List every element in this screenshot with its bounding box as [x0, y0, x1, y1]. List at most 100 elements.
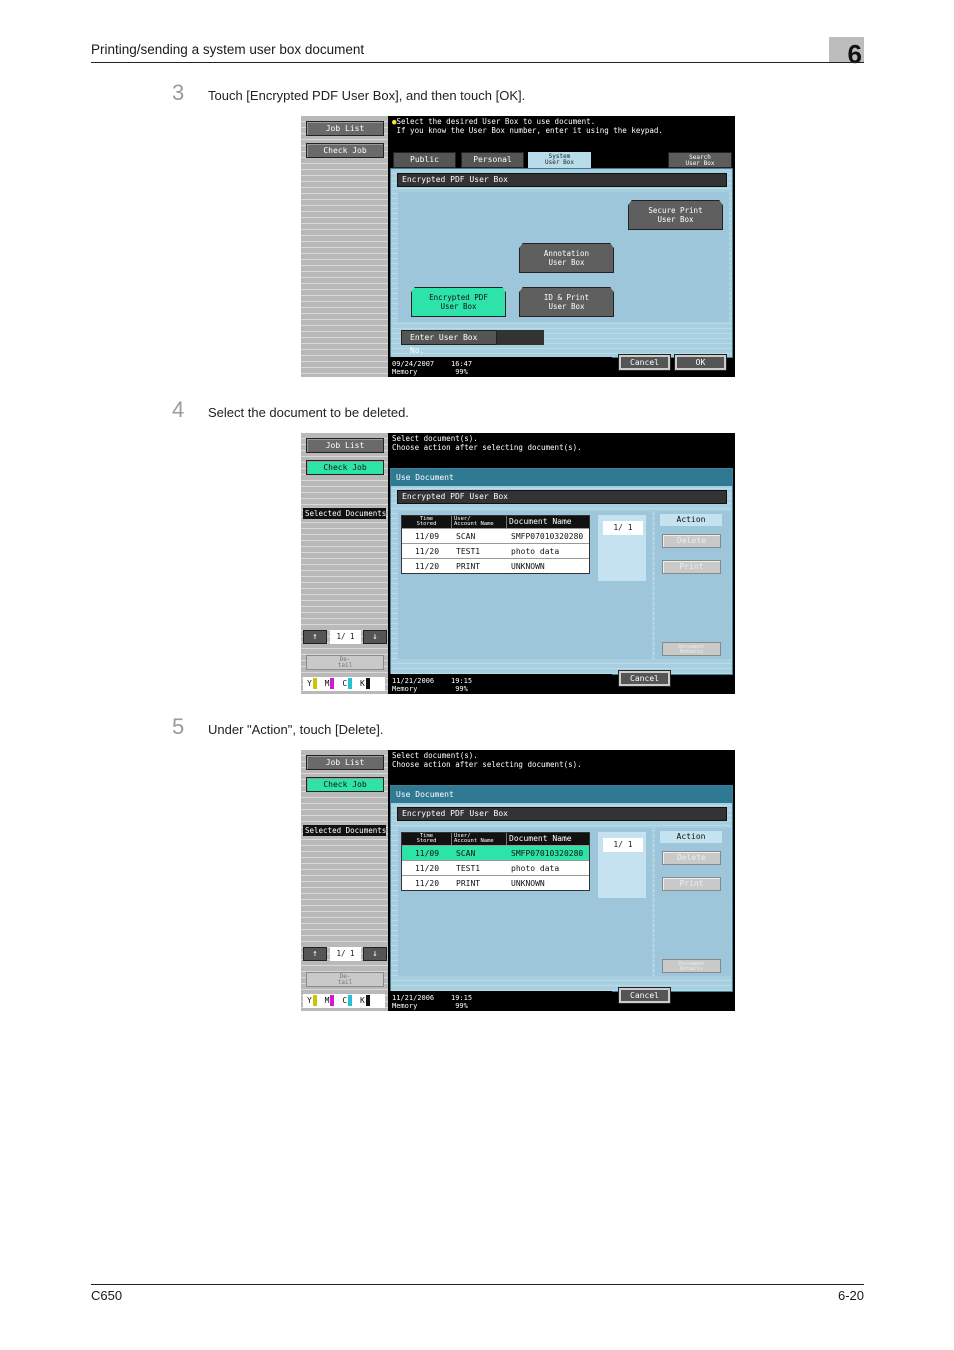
sidebar-pager: ↑ 1/ 1 ↓	[303, 630, 387, 644]
detail-button[interactable]: De- tail	[306, 655, 384, 670]
delete-button[interactable]: Delete	[662, 851, 721, 865]
page-header-title: Printing/sending a system user box docum…	[91, 42, 365, 57]
job-list-button[interactable]: Job List	[306, 755, 384, 770]
table-row[interactable]: 11/20 TEST1 photo data	[402, 543, 589, 558]
table-row[interactable]: 11/20 TEST1 photo data	[402, 860, 589, 875]
header-document-name[interactable]: Document Name	[507, 516, 589, 528]
cell-user: TEST1	[456, 547, 481, 556]
cell-time: 11/20	[414, 562, 440, 571]
delete-button[interactable]: Delete	[662, 534, 721, 548]
step-text: Select the document to be deleted.	[208, 405, 409, 420]
cell-time: 11/20	[414, 864, 440, 873]
use-document-header: Use Document	[391, 786, 732, 803]
up-arrow-icon[interactable]: ↑	[303, 630, 327, 644]
cell-time: 11/20	[414, 547, 440, 556]
cell-document-name: UNKNOWN	[511, 562, 545, 571]
footer-model: C650	[91, 1288, 123, 1303]
document-table: Time Stored User/ Account Name Document …	[401, 832, 590, 891]
check-job-button[interactable]: Check Job	[306, 143, 384, 158]
check-job-button[interactable]: Check Job	[306, 777, 384, 792]
print-button[interactable]: Print	[662, 560, 721, 574]
down-arrow-icon[interactable]: ↓	[363, 947, 387, 961]
cancel-button[interactable]: Cancel	[618, 987, 671, 1004]
cell-document-name: SMFP07010320280	[511, 532, 584, 541]
header-user-account[interactable]: User/ Account Name	[452, 516, 507, 528]
footer-page-number: 6-20	[837, 1288, 864, 1303]
toner-magenta: M	[325, 994, 335, 1008]
table-row[interactable]: 11/20 PRINT UNKNOWN	[402, 875, 589, 890]
cell-time: 11/09	[414, 532, 440, 541]
action-label: Action	[660, 831, 722, 843]
table-header: Time Stored User/ Account Name Document …	[402, 833, 589, 845]
tab-public[interactable]: Public	[393, 152, 456, 168]
instruction-message: Select document(s). Choose action after …	[392, 434, 582, 452]
annotation-user-box-button[interactable]: Annotation User Box	[519, 243, 614, 273]
cell-user: SCAN	[456, 532, 476, 541]
sidebar-page-indicator: 1/ 1	[330, 630, 361, 644]
table-row-selected[interactable]: 11/09 SCAN SMFP07010320280	[402, 845, 589, 860]
cancel-button[interactable]: Cancel	[618, 670, 671, 687]
cell-document-name: SMFP07010320280	[511, 849, 584, 858]
screenshot-document-selected: Job List Check Job Selected Documents ↑ …	[301, 750, 735, 1011]
sidebar-page-indicator: 1/ 1	[330, 947, 361, 961]
document-details-button[interactable]: Document Details	[662, 959, 721, 973]
cell-time: 11/09	[414, 849, 440, 858]
header-document-name[interactable]: Document Name	[507, 833, 589, 845]
tab-system-user-box[interactable]: System User Box	[528, 152, 591, 168]
cell-document-name: UNKNOWN	[511, 879, 545, 888]
job-list-button[interactable]: Job List	[306, 121, 384, 136]
instruction-text: Select the desired User Box to use docum…	[396, 117, 663, 135]
header-time-stored[interactable]: Time Stored	[402, 833, 452, 845]
up-arrow-icon[interactable]: ↑	[303, 947, 327, 961]
table-header: Time Stored User/ Account Name Document …	[402, 516, 589, 528]
table-row[interactable]: 11/20 PRINT UNKNOWN	[402, 558, 589, 573]
table-row[interactable]: 11/09 SCAN SMFP07010320280	[402, 528, 589, 543]
tab-personal[interactable]: Personal	[461, 152, 524, 168]
header-time-stored[interactable]: Time Stored	[402, 516, 452, 528]
cell-document-name: photo data	[511, 864, 560, 873]
encrypted-pdf-user-box-button[interactable]: Encrypted PDF User Box	[411, 287, 506, 317]
check-job-button[interactable]: Check Job	[306, 460, 384, 475]
chapter-badge: 6	[829, 37, 864, 67]
secure-print-user-box-button[interactable]: Secure Print User Box	[628, 200, 723, 230]
user-box-number-field[interactable]	[497, 330, 544, 345]
selected-documents-label: Selected Documents	[303, 508, 387, 519]
toner-cyan: C	[342, 677, 353, 691]
step-number: 3	[172, 80, 185, 105]
cancel-button[interactable]: Cancel	[618, 354, 671, 371]
step-number: 4	[172, 397, 185, 422]
header-rule	[91, 62, 864, 63]
cell-time: 11/20	[414, 879, 440, 888]
toner-magenta: M	[325, 677, 335, 691]
cell-document-name: photo data	[511, 547, 560, 556]
box-type-title: Encrypted PDF User Box	[397, 173, 727, 187]
document-details-button[interactable]: Document Details	[662, 642, 721, 656]
search-user-box-button[interactable]: Search User Box	[668, 152, 732, 168]
sidebar-pager: ↑ 1/ 1 ↓	[303, 947, 387, 961]
toner-yellow: Y	[307, 677, 317, 691]
down-arrow-icon[interactable]: ↓	[363, 630, 387, 644]
detail-button[interactable]: De- tail	[306, 972, 384, 987]
toner-black: K	[360, 994, 370, 1008]
instruction-message: ●Select the desired User Box to use docu…	[392, 117, 663, 135]
enter-user-box-no-button[interactable]: Enter User Box No.	[401, 330, 497, 355]
toner-levels: Y M C K	[303, 677, 385, 691]
job-list-button[interactable]: Job List	[306, 438, 384, 453]
step-text: Under "Action", touch [Delete].	[208, 722, 384, 737]
action-label: Action	[660, 514, 722, 526]
document-table: Time Stored User/ Account Name Document …	[401, 515, 590, 574]
ok-button[interactable]: OK	[674, 354, 727, 371]
selected-documents-label: Selected Documents	[303, 825, 387, 836]
header-user-account[interactable]: User/ Account Name	[452, 833, 507, 845]
box-type-title: Encrypted PDF User Box	[397, 807, 727, 821]
chapter-number: 6	[847, 39, 862, 69]
step-number: 5	[172, 714, 185, 739]
id-print-user-box-button[interactable]: ID & Print User Box	[519, 287, 614, 317]
page-indicator: 1/ 1	[603, 521, 643, 535]
footer-rule	[91, 1284, 864, 1285]
toner-levels: Y M C K	[303, 994, 385, 1008]
toner-yellow: Y	[307, 994, 317, 1008]
print-button[interactable]: Print	[662, 877, 721, 891]
page-indicator: 1/ 1	[603, 838, 643, 852]
toner-black: K	[360, 677, 370, 691]
